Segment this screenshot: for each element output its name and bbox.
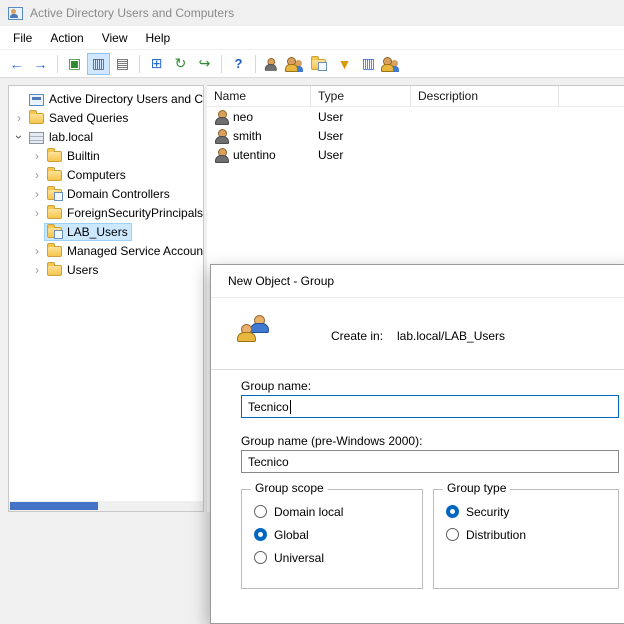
new-window-icon[interactable]: ⊞ — [145, 53, 168, 75]
folder-icon — [47, 246, 62, 257]
user-icon — [214, 129, 228, 143]
menu-help[interactable]: Help — [137, 27, 180, 49]
back-icon[interactable]: ← — [5, 53, 28, 75]
export-list-icon[interactable]: ↪ — [193, 53, 216, 75]
tree-item-computers[interactable]: Computers — [9, 165, 203, 184]
main-area: Active Directory Users and Com Saved Que… — [0, 79, 624, 512]
folder-icon — [47, 265, 62, 276]
column-header-type[interactable]: Type — [311, 86, 411, 106]
selected-tree-item[interactable]: LAB_Users — [45, 224, 131, 240]
person-icon — [237, 324, 256, 341]
ou-folder-icon — [311, 59, 326, 70]
folder-icon — [47, 151, 62, 162]
console-root-icon — [29, 94, 44, 106]
ou-folder-icon — [47, 227, 62, 238]
toolbar-separator — [221, 55, 222, 73]
text-caret — [290, 400, 291, 414]
chevron-right-icon[interactable] — [29, 147, 45, 165]
user-icon — [214, 148, 228, 162]
radio-global[interactable]: Global — [254, 527, 422, 542]
chevron-right-icon[interactable] — [11, 109, 27, 127]
radio-icon[interactable] — [254, 551, 267, 564]
dialog-separator — [211, 369, 624, 370]
advanced-icon[interactable]: ▥ — [357, 53, 380, 75]
window-title: Active Directory Users and Computers — [30, 6, 234, 20]
console-tree-icon[interactable]: ▣ — [63, 53, 86, 75]
create-in-value: lab.local/LAB_Users — [397, 329, 505, 343]
group-icon — [381, 57, 399, 71]
tree-item-lab-users[interactable]: LAB_Users — [9, 222, 203, 241]
tree-item-foreign-security-principals[interactable]: ForeignSecurityPrincipals — [9, 203, 203, 222]
properties-icon[interactable]: ▤ — [111, 53, 134, 75]
title-bar: Active Directory Users and Computers — [0, 0, 624, 26]
chevron-right-icon[interactable] — [29, 204, 45, 222]
toolbar-separator — [255, 55, 256, 73]
chevron-right-icon[interactable] — [29, 185, 45, 203]
scrollbar-thumb[interactable] — [10, 502, 98, 510]
help-icon[interactable]: ? — [227, 53, 250, 75]
group-name-input[interactable]: Tecnico — [241, 395, 619, 418]
group-type-label: Group type — [443, 481, 510, 495]
group-scope-label: Group scope — [251, 481, 328, 495]
folder-icon — [47, 208, 62, 219]
list-header: Name Type Description — [207, 86, 624, 107]
pre-windows-2000-label: Group name (pre-Windows 2000): — [241, 434, 422, 448]
menu-action[interactable]: Action — [41, 27, 92, 49]
menu-view[interactable]: View — [93, 27, 137, 49]
group-type-box: Group type Security Distribution — [433, 489, 619, 589]
refresh-icon[interactable]: ↻ — [169, 53, 192, 75]
new-user-icon[interactable] — [261, 53, 284, 75]
folder-icon — [47, 170, 62, 181]
toolbar-separator — [139, 55, 140, 73]
radio-universal[interactable]: Universal — [254, 550, 422, 565]
new-object-icon[interactable] — [381, 53, 404, 75]
ou-folder-icon — [47, 189, 62, 200]
tree-item-domain-controllers[interactable]: Domain Controllers — [9, 184, 203, 203]
new-ou-icon[interactable] — [309, 53, 332, 75]
console-tree-pane: Active Directory Users and Com Saved Que… — [8, 85, 204, 512]
app-icon — [8, 7, 23, 20]
details-pane-icon[interactable]: ▥ — [87, 53, 110, 75]
column-header-description[interactable]: Description — [411, 86, 559, 106]
list-item-utentino[interactable]: utentino User — [207, 145, 624, 164]
group-scope-box: Group scope Domain local Global Universa… — [241, 489, 423, 589]
toolbar: ← → ▣ ▥ ▤ ⊞ ↻ ↪ ? ▼ ▥ — [0, 50, 624, 78]
chevron-down-icon[interactable] — [11, 128, 27, 146]
chevron-right-icon[interactable] — [29, 242, 45, 260]
radio-distribution[interactable]: Distribution — [446, 527, 618, 542]
tree-item-builtin[interactable]: Builtin — [9, 146, 203, 165]
group-name-label: Group name: — [241, 379, 311, 393]
tree-item-lab-local[interactable]: lab.local — [9, 127, 203, 146]
radio-icon[interactable] — [446, 528, 459, 541]
filter-icon[interactable]: ▼ — [333, 53, 356, 75]
tree-item-users[interactable]: Users — [9, 260, 203, 279]
group-icon — [237, 315, 273, 345]
folder-icon — [29, 113, 44, 124]
forward-icon[interactable]: → — [29, 53, 52, 75]
list-item-neo[interactable]: neo User — [207, 107, 624, 126]
user-icon — [214, 110, 228, 124]
chevron-right-icon[interactable] — [29, 261, 45, 279]
toolbar-separator — [57, 55, 58, 73]
tree-item-saved-queries[interactable]: Saved Queries — [9, 108, 203, 127]
pre-windows-2000-input[interactable]: Tecnico — [241, 450, 619, 473]
create-in-label: Create in: — [331, 329, 383, 343]
list-item-smith[interactable]: smith User — [207, 126, 624, 145]
column-header-spacer — [559, 86, 624, 106]
domain-icon — [29, 132, 44, 144]
radio-selected-icon[interactable] — [254, 528, 267, 541]
user-icon — [264, 58, 276, 70]
column-header-name[interactable]: Name — [207, 86, 311, 106]
horizontal-scrollbar[interactable] — [9, 501, 203, 511]
dialog-title: New Object - Group — [211, 265, 624, 298]
group-icon — [285, 57, 303, 71]
chevron-right-icon[interactable] — [29, 166, 45, 184]
new-group-icon[interactable] — [285, 53, 308, 75]
tree-item-managed-service-accounts[interactable]: Managed Service Accoun — [9, 241, 203, 260]
new-object-group-dialog: New Object - Group Create in: lab.local/… — [210, 264, 624, 624]
menu-bar: File Action View Help — [0, 26, 624, 50]
menu-file[interactable]: File — [4, 27, 41, 49]
tree-item-root[interactable]: Active Directory Users and Com — [9, 89, 203, 108]
